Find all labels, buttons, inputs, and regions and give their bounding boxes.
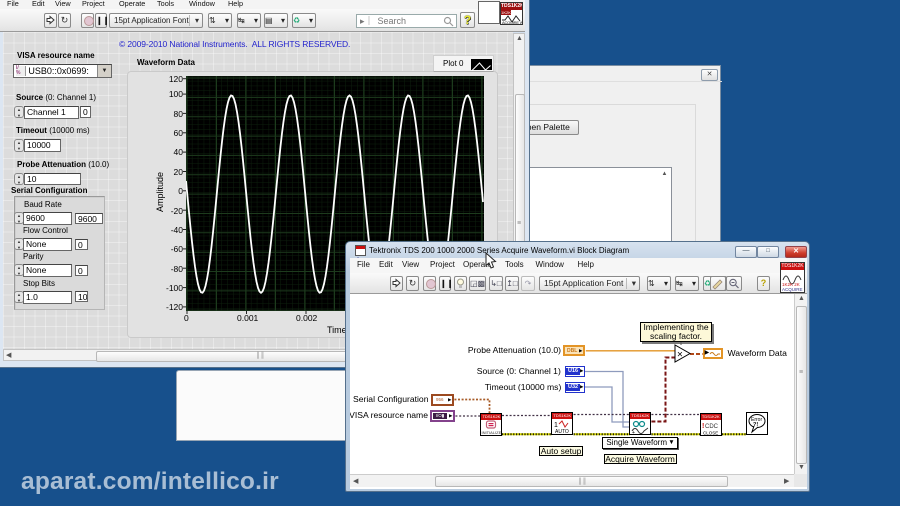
svg-text:!: ! [702,423,704,430]
svg-text:CLOSE: CLOSE [703,431,718,436]
svg-text:CDC: CDC [705,424,719,430]
svg-text:ACQUIRE: ACQUIRE [782,287,803,292]
svg-text:×: × [677,350,683,361]
svg-text:?!: ?! [753,422,758,428]
svg-text:1: 1 [554,422,558,429]
svg-text:+: + [632,430,635,434]
svg-text:AUTO: AUTO [555,429,569,434]
svg-text:INITIALIZE: INITIALIZE [482,430,502,435]
